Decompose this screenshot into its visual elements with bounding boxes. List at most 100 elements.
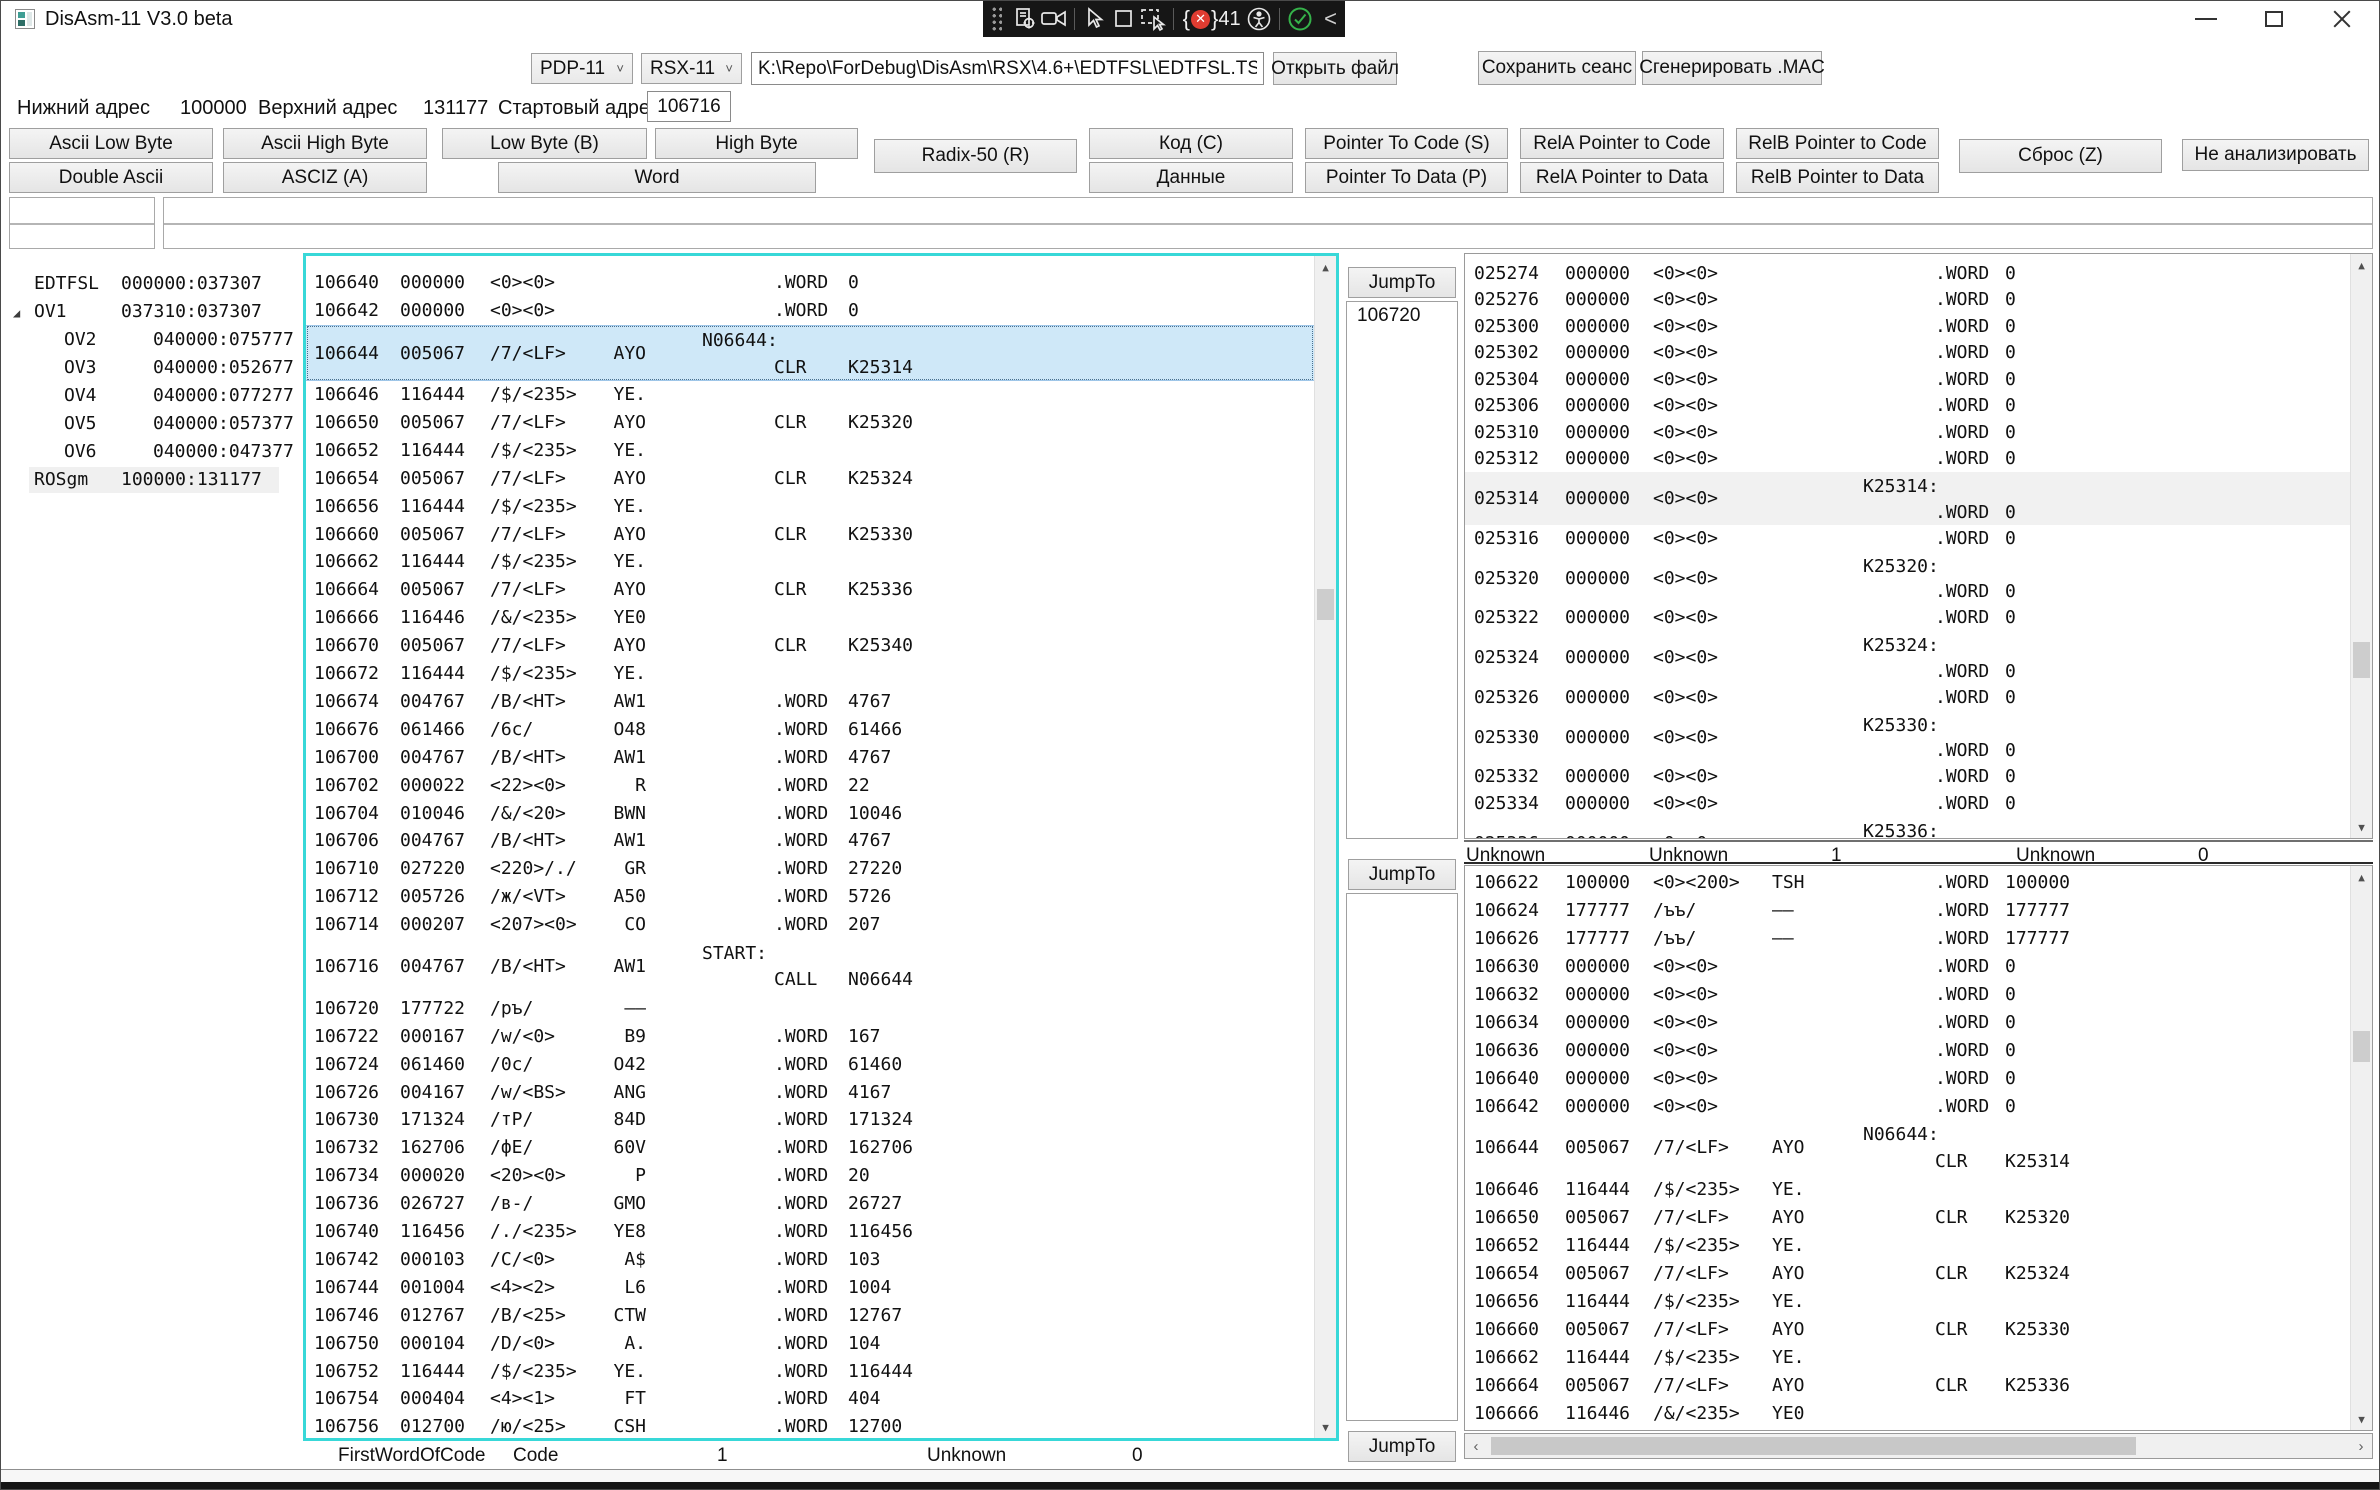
- listing-row[interactable]: 106640000000<0><0>.WORD0: [1465, 1064, 2350, 1092]
- listing-row[interactable]: 106702000022<22><0>R.WORD22: [306, 771, 1314, 799]
- listing-row[interactable]: 106654005067/7/<LF>AYOCLRK25324: [1465, 1260, 2350, 1288]
- listing-row[interactable]: 106634000000<0><0>.WORD0: [1465, 1009, 2350, 1037]
- error-badge-icon[interactable]: { ✕ } 41: [1183, 6, 1241, 32]
- listing-row[interactable]: 106736026727/в-/GMO.WORD26727: [306, 1190, 1314, 1218]
- segment-tree-item-rosgm[interactable]: ROSgm100000:131177: [1, 466, 301, 494]
- listing-row[interactable]: 106662116444/$/<235>YE.: [1465, 1343, 2350, 1371]
- no-analyze-button[interactable]: Не анализировать: [2182, 139, 2369, 171]
- pointer-to-data-button[interactable]: Pointer To Data (P): [1305, 162, 1508, 193]
- double-ascii-button[interactable]: Double Ascii: [9, 162, 213, 193]
- minimize-button[interactable]: [2173, 1, 2239, 37]
- right-top-scrollbar[interactable]: ▲ ▼: [2350, 254, 2372, 838]
- code-button[interactable]: Код (C): [1089, 128, 1293, 159]
- listing-row[interactable]: 106644005067/7/<LF>AYON06644:CLRK25314: [1465, 1120, 2350, 1176]
- segment-tree-item-ov2[interactable]: OV2040000:075777: [1, 326, 301, 354]
- status-check-icon[interactable]: [1285, 4, 1314, 34]
- reset-button[interactable]: Сброс (Z): [1959, 139, 2162, 173]
- listing-row[interactable]: 106750000104/D/<0>A..WORD104: [306, 1329, 1314, 1357]
- accessibility-icon[interactable]: [1245, 4, 1274, 34]
- listing-row[interactable]: 106756012700/ю/<25>CSH.WORD12700: [306, 1413, 1314, 1441]
- save-session-button[interactable]: Сохранить сеанс: [1478, 51, 1636, 85]
- listing-row[interactable]: 106636000000<0><0>.WORD0: [1465, 1036, 2350, 1064]
- listing-row[interactable]: 025326000000<0><0>.WORD0: [1465, 684, 2350, 711]
- listing-row[interactable]: 106652116444/$/<235>YE.: [306, 436, 1314, 464]
- listing-row[interactable]: 025324000000<0><0>K25324:.WORD0: [1465, 631, 2350, 684]
- listing-row[interactable]: 025332000000<0><0>.WORD0: [1465, 764, 2350, 791]
- generate-mac-button[interactable]: Сгенерировать .MAC: [1642, 51, 1822, 85]
- listing-row[interactable]: 106712005726/ж/<VT>A50.WORD5726: [306, 883, 1314, 911]
- listing-row[interactable]: 106644005067/7/<LF>AYON06644:CLRK25314: [306, 325, 1314, 381]
- scroll-down-icon[interactable]: ▼: [1315, 1416, 1336, 1438]
- pointer-to-code-button[interactable]: Pointer To Code (S): [1305, 128, 1508, 159]
- listing-row[interactable]: 106664005067/7/<LF>AYOCLRK25336: [1465, 1371, 2350, 1399]
- listing-row[interactable]: 106656116444/$/<235>YE.: [1465, 1288, 2350, 1316]
- listing-row[interactable]: 025330000000<0><0>K25330:.WORD0: [1465, 711, 2350, 764]
- listing-row[interactable]: 025306000000<0><0>.WORD0: [1465, 393, 2350, 420]
- jumpto-bottom-button[interactable]: JumpTo: [1348, 1431, 1456, 1462]
- listing-row[interactable]: 106664005067/7/<LF>AYOCLRK25336: [306, 576, 1314, 604]
- listing-row[interactable]: 106674004767/В/<HT>AW1.WORD4767: [306, 688, 1314, 716]
- listing-row[interactable]: 025322000000<0><0>.WORD0: [1465, 605, 2350, 632]
- listing-row[interactable]: 106646116444/$/<235>YE.: [1465, 1176, 2350, 1204]
- listing-row[interactable]: 106730171324/тР/84D.WORD171324: [306, 1106, 1314, 1134]
- segment-tree-item-ov3[interactable]: OV3040000:052677: [1, 354, 301, 382]
- listing-row[interactable]: 106746012767/В/<25>CTW.WORD12767: [306, 1301, 1314, 1329]
- listing-row[interactable]: 106642000000<0><0>.WORD0: [306, 297, 1314, 325]
- listing-row[interactable]: 106740116456/./<235>YE8.WORD116456: [306, 1218, 1314, 1246]
- cursor-icon[interactable]: [1080, 4, 1109, 34]
- drag-handle-icon[interactable]: [991, 6, 1002, 32]
- collapse-chevron-icon[interactable]: <: [1324, 6, 1337, 32]
- open-file-button[interactable]: Открыть файл: [1273, 52, 1397, 85]
- asciz-button[interactable]: ASCIZ (A): [223, 162, 427, 193]
- right-bottom-scrollbar[interactable]: ▲ ▼: [2350, 866, 2372, 1430]
- listing-row[interactable]: 106722000167/w/<0>B9.WORD167: [306, 1022, 1314, 1050]
- segment-tree-item-ov1[interactable]: ◢OV1037310:037307: [1, 298, 301, 326]
- listing-row[interactable]: 106656116444/$/<235>YE.: [306, 492, 1314, 520]
- scroll-up-icon[interactable]: ▲: [2351, 866, 2372, 888]
- listing-row[interactable]: 025320000000<0><0>K25320:.WORD0: [1465, 552, 2350, 605]
- listing-row[interactable]: 025314000000<0><0>K25314:.WORD0: [1465, 472, 2350, 525]
- listing-row[interactable]: 025274000000<0><0>.WORD0: [1465, 260, 2350, 287]
- tree-expander-icon[interactable]: ◢: [13, 299, 20, 327]
- listing-row[interactable]: 025336000000<0><0>K25336:.WORD0: [1465, 817, 2350, 840]
- rela-pointer-data-button[interactable]: RelA Pointer to Data: [1520, 162, 1724, 193]
- listing-row[interactable]: 106666116446/&/<235>YE0: [1465, 1399, 2350, 1427]
- listing-row[interactable]: 106652116444/$/<235>YE.: [1465, 1232, 2350, 1260]
- ascii-high-byte-button[interactable]: Ascii High Byte: [223, 128, 427, 159]
- listing-row[interactable]: 025310000000<0><0>.WORD0: [1465, 419, 2350, 446]
- relb-pointer-code-button[interactable]: RelB Pointer to Code: [1736, 128, 1939, 159]
- listing-row[interactable]: 106744001004<4><2>L6.WORD1004: [306, 1273, 1314, 1301]
- scroll-down-icon[interactable]: ▼: [2351, 816, 2372, 838]
- listing-row[interactable]: 106724061460/0c/O42.WORD61460: [306, 1050, 1314, 1078]
- jumpto-mid-button[interactable]: JumpTo: [1348, 859, 1456, 890]
- scrollbar-thumb[interactable]: [2353, 1031, 2370, 1062]
- segment-tree-item-edtfsl[interactable]: EDTFSL000000:037307: [1, 270, 301, 298]
- listing-row[interactable]: 106670005067/7/<LF>AYOCLRK25340: [1465, 1427, 2350, 1431]
- listing-row[interactable]: 106650005067/7/<LF>AYOCLRK25320: [1465, 1204, 2350, 1232]
- listing-row[interactable]: 025312000000<0><0>.WORD0: [1465, 446, 2350, 473]
- jumpto-address-list[interactable]: 106720: [1346, 301, 1458, 839]
- listing-row[interactable]: 106672116444/$/<235>YE.: [306, 660, 1314, 688]
- file-path-input[interactable]: [751, 52, 1264, 85]
- os-select[interactable]: RSX-11˅: [641, 53, 742, 84]
- listing-row[interactable]: 106660005067/7/<LF>AYOCLRK25330: [1465, 1315, 2350, 1343]
- jumpto-list-item[interactable]: 106720: [1347, 302, 1457, 327]
- listing-row[interactable]: 106662116444/$/<235>YE.: [306, 548, 1314, 576]
- listing-row[interactable]: 106742000103/C/<0>A$.WORD103: [306, 1246, 1314, 1274]
- listing-row[interactable]: 106720177722/ръ/——: [306, 994, 1314, 1022]
- segment-tree-item-ov5[interactable]: OV5040000:057377: [1, 410, 301, 438]
- listing-row[interactable]: 106726004167/w/<BS>ANG.WORD4167: [306, 1078, 1314, 1106]
- rela-pointer-code-button[interactable]: RelA Pointer to Code: [1520, 128, 1724, 159]
- listing-row[interactable]: 025276000000<0><0>.WORD0: [1465, 287, 2350, 314]
- listing-row[interactable]: 106670005067/7/<LF>AYOCLRK25340: [306, 632, 1314, 660]
- right-bottom-hscrollbar[interactable]: ‹ ›: [1464, 1433, 2373, 1459]
- relb-pointer-data-button[interactable]: RelB Pointer to Data: [1736, 162, 1939, 193]
- scroll-down-icon[interactable]: ▼: [2351, 1408, 2372, 1430]
- scroll-up-icon[interactable]: ▲: [2351, 254, 2372, 276]
- scroll-left-icon[interactable]: ‹: [1465, 1434, 1487, 1458]
- listing-row[interactable]: 106654005067/7/<LF>AYOCLRK25324: [306, 464, 1314, 492]
- scrollbar-thumb[interactable]: [2353, 642, 2370, 678]
- listing-row[interactable]: 106752116444/$/<235>YE..WORD116444: [306, 1357, 1314, 1385]
- listing-row[interactable]: 106734000020<20><0>P.WORD20: [306, 1162, 1314, 1190]
- radix50-button[interactable]: Radix-50 (R): [874, 139, 1077, 173]
